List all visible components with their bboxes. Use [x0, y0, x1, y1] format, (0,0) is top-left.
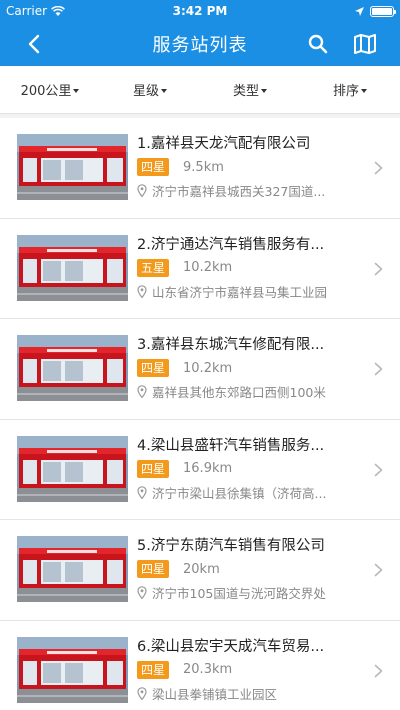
station-address: 山东省济宁市嘉祥县马集工业园 — [152, 284, 328, 300]
station-address-row: 嘉祥县其他东郊路口西侧100米 — [137, 382, 357, 401]
filter-type-label: 类型 — [232, 84, 259, 99]
page-title: 服务站列表 — [152, 35, 248, 56]
station-meta: 四星 20km — [137, 560, 357, 578]
station-photo — [17, 134, 128, 200]
rating-badge: 四星 — [137, 660, 170, 679]
location-pin-icon — [137, 284, 147, 298]
station-photo — [17, 536, 128, 602]
back-icon[interactable] — [22, 32, 46, 56]
location-pin-icon — [137, 385, 147, 398]
station-photo — [17, 234, 128, 301]
station-info: 6.梁山县宏宇天成汽车贸易... 四星 20.3km 梁山县拳铺镇工业园区 — [137, 637, 357, 703]
station-info: 4.梁山县盛轩汽车销售服务... 四星 16.9km 济宁市梁山县徐集镇（济荷高… — [137, 436, 357, 502]
filter-sort[interactable]: 排序 — [300, 66, 400, 113]
chevron-right-icon — [374, 463, 383, 476]
search-icon[interactable] — [306, 32, 330, 56]
station-list-item[interactable]: 2.济宁通达汽车销售服务有... 五星 10.2km 山东省济宁市嘉祥县马集工业… — [0, 218, 400, 319]
carrier-label: Carrier — [6, 4, 48, 18]
rating-badge: 四星 — [137, 359, 170, 377]
chevron-right-icon — [374, 563, 383, 577]
caret-down-icon — [261, 88, 267, 93]
filter-distance-label: 200公里 — [20, 84, 72, 99]
battery-icon — [370, 5, 396, 17]
station-address-row: 济宁市105国道与洸河路交界处 — [137, 583, 357, 602]
station-address-row: 山东省济宁市嘉祥县马集工业园 — [137, 282, 357, 301]
station-address-row: 济宁市梁山县徐集镇（济荷高... — [137, 483, 357, 502]
station-info: 5.济宁东荫汽车销售有限公司 四星 20km 济宁市105国道与洸河路交界处 — [137, 536, 357, 602]
station-distance: 10.2km — [183, 360, 233, 376]
station-address: 济宁市梁山县徐集镇（济荷高... — [152, 485, 327, 501]
caret-down-icon — [361, 88, 367, 93]
rating-badge: 五星 — [137, 258, 170, 277]
station-distance: 20.3km — [183, 662, 233, 677]
map-icon[interactable] — [352, 32, 378, 56]
station-address: 梁山县拳铺镇工业园区 — [152, 686, 278, 702]
station-list-item[interactable]: 5.济宁东荫汽车销售有限公司 四星 20km 济宁市105国道与洸河路交界处 — [0, 520, 400, 621]
status-right — [355, 5, 396, 17]
station-photo — [17, 435, 128, 502]
station-list: 1.嘉祥县天龙汽配有限公司 四星 9.5km 济宁市嘉祥县城西关327国道... — [0, 118, 400, 710]
station-address-row: 济宁市嘉祥县城西关327国道... — [137, 181, 357, 200]
station-distance: 9.5km — [183, 159, 224, 175]
station-info: 1.嘉祥县天龙汽配有限公司 四星 9.5km 济宁市嘉祥县城西关327国道... — [137, 134, 357, 200]
station-address: 济宁市105国道与洸河路交界处 — [152, 586, 326, 601]
station-meta: 五星 10.2km — [137, 258, 357, 277]
station-list-item[interactable]: 1.嘉祥县天龙汽配有限公司 四星 9.5km 济宁市嘉祥县城西关327国道... — [0, 118, 400, 219]
filter-bar: 200公里 星级 类型 排序 — [0, 66, 400, 114]
caret-down-icon — [161, 88, 167, 93]
station-name: 6.梁山县宏宇天成汽车贸易... — [137, 638, 325, 655]
station-distance: 10.2km — [183, 260, 233, 275]
station-meta: 四星 9.5km — [137, 158, 357, 176]
station-name: 1.嘉祥县天龙汽配有限公司 — [137, 136, 311, 152]
station-list-item[interactable]: 4.梁山县盛轩汽车销售服务... 四星 16.9km 济宁市梁山县徐集镇（济荷高… — [0, 419, 400, 520]
caret-down-icon — [73, 88, 80, 93]
station-name: 2.济宁通达汽车销售服务有... — [137, 236, 325, 253]
filter-rating-label: 星级 — [132, 84, 159, 99]
station-info: 2.济宁通达汽车销售服务有... 五星 10.2km 山东省济宁市嘉祥县马集工业… — [137, 235, 357, 301]
station-name: 3.嘉祥县东城汽车修配有限... — [137, 337, 325, 353]
status-bar: Carrier 3:42 PM — [0, 0, 400, 22]
station-address-row: 梁山县拳铺镇工业园区 — [137, 684, 357, 703]
chevron-right-icon — [374, 161, 383, 175]
nav-bar: 服务站列表 — [0, 22, 400, 66]
station-list-item[interactable]: 3.嘉祥县东城汽车修配有限... 四星 10.2km 嘉祥县其他东郊路口西侧10… — [0, 319, 400, 420]
location-pin-icon — [137, 686, 147, 700]
location-pin-icon — [137, 586, 147, 599]
station-meta: 四星 20.3km — [137, 660, 357, 679]
location-pin-icon — [137, 184, 147, 197]
filter-distance[interactable]: 200公里 — [0, 66, 100, 113]
station-distance: 16.9km — [183, 461, 233, 476]
station-address: 济宁市嘉祥县城西关327国道... — [152, 184, 326, 199]
wifi-icon — [51, 5, 65, 16]
chevron-right-icon — [374, 664, 383, 677]
location-pin-icon — [137, 485, 147, 499]
rating-badge: 四星 — [137, 459, 170, 478]
station-info: 3.嘉祥县东城汽车修配有限... 四星 10.2km 嘉祥县其他东郊路口西侧10… — [137, 335, 357, 401]
station-meta: 四星 10.2km — [137, 359, 357, 377]
location-arrow-icon — [355, 6, 364, 16]
station-meta: 四星 16.9km — [137, 459, 357, 478]
rating-badge: 四星 — [137, 158, 170, 176]
chevron-right-icon — [374, 262, 383, 275]
chevron-right-icon — [374, 362, 383, 376]
station-name: 5.济宁东荫汽车销售有限公司 — [137, 538, 325, 554]
station-list-item[interactable]: 6.梁山县宏宇天成汽车贸易... 四星 20.3km 梁山县拳铺镇工业园区 — [0, 620, 400, 710]
station-photo — [17, 335, 128, 401]
status-left: Carrier — [6, 4, 65, 18]
filter-type[interactable]: 类型 — [200, 66, 300, 113]
station-distance: 20km — [183, 561, 220, 577]
rating-badge: 四星 — [137, 560, 170, 578]
filter-rating[interactable]: 星级 — [100, 66, 200, 113]
filter-sort-label: 排序 — [332, 84, 359, 99]
station-photo — [17, 636, 128, 703]
station-address: 嘉祥县其他东郊路口西侧100米 — [152, 385, 326, 400]
station-name: 4.梁山县盛轩汽车销售服务... — [137, 437, 325, 454]
